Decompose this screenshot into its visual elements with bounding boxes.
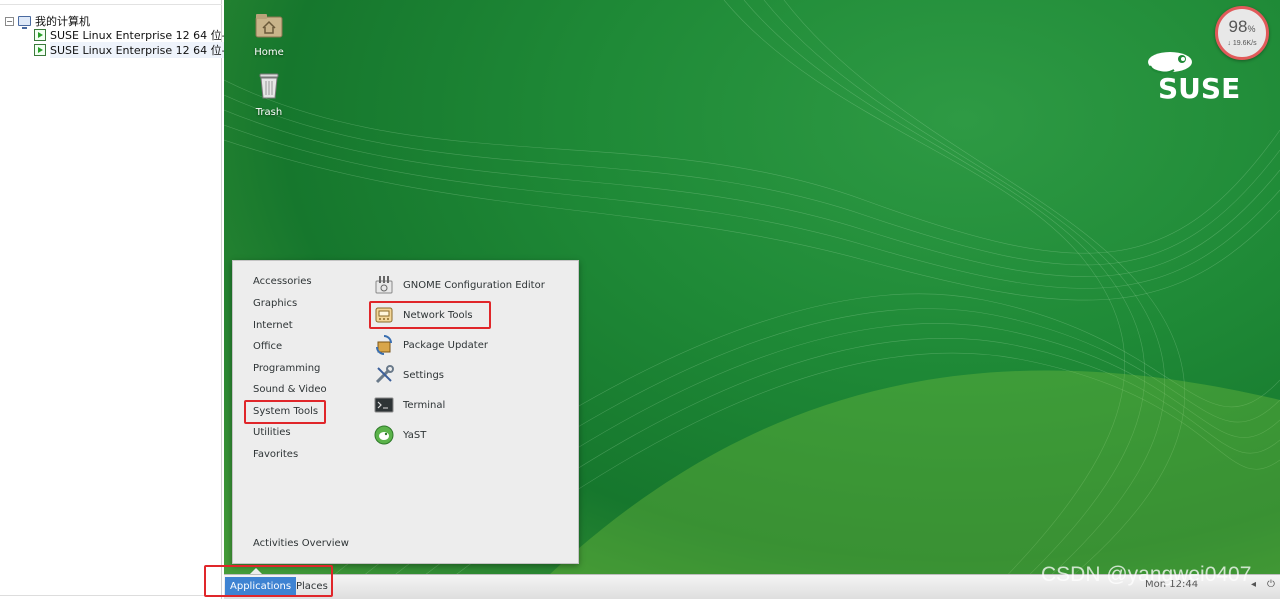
computer-icon	[18, 16, 31, 29]
app-label: Package Updater	[403, 339, 488, 351]
applications-menu-button[interactable]: Applications	[225, 577, 297, 596]
speed-percent-unit: %	[1247, 24, 1256, 34]
desktop-icon-trash[interactable]: Trash	[239, 70, 299, 118]
collapse-icon[interactable]: −	[5, 16, 14, 26]
toolbar-strip: —	[0, 0, 222, 5]
svg-text:SUSE: SUSE	[1158, 72, 1240, 100]
yast-icon	[373, 424, 395, 446]
status-strip	[0, 595, 222, 599]
app-label: Settings	[403, 369, 445, 381]
app-label: GNOME Configuration Editor	[403, 279, 545, 291]
vm-label: SUSE Linux Enterprise 12 64 位-2	[50, 42, 233, 58]
places-menu-button[interactable]: Places	[291, 577, 333, 596]
menu-category-graphics[interactable]: Graphics	[253, 297, 297, 311]
terminal-icon	[373, 394, 395, 416]
home-folder-icon	[255, 14, 283, 38]
app-network-tools[interactable]: Network Tools	[373, 303, 473, 327]
app-label: Terminal	[403, 399, 446, 411]
watermark: CSDN @yangwei0407	[1041, 563, 1252, 586]
speed-rate: 19.6K/s	[1232, 40, 1257, 47]
gconf-editor-icon	[373, 274, 395, 296]
vm-icon	[34, 29, 46, 41]
desktop-icon-label: Home	[254, 47, 284, 58]
trash-icon	[259, 73, 279, 99]
menu-category-utilities[interactable]: Utilities	[253, 426, 291, 440]
vm-library-pane: — − 我的计算机 SUSE Linux Enterprise 12 64 位-…	[0, 0, 233, 599]
settings-tools-icon	[373, 364, 395, 386]
download-arrow-icon: ↓	[1227, 40, 1231, 47]
menu-category-internet[interactable]: Internet	[253, 319, 293, 333]
vm-icon	[34, 44, 46, 56]
menu-category-office[interactable]: Office	[253, 340, 282, 354]
network-tools-icon	[373, 304, 395, 326]
app-yast[interactable]: YaST	[373, 423, 426, 447]
tree-item-vm-2[interactable]: SUSE Linux Enterprise 12 64 位-2	[34, 42, 233, 58]
package-updater-icon	[373, 334, 395, 356]
menu-category-programming[interactable]: Programming	[253, 362, 320, 376]
app-label: YaST	[403, 429, 427, 441]
menu-category-system-tools[interactable]: System Tools	[253, 405, 318, 419]
app-gnome-configuration-editor[interactable]: GNOME Configuration Editor	[373, 273, 545, 297]
menu-category-sound-video[interactable]: Sound & Video	[253, 383, 327, 397]
applications-menu: Accessories Graphics Internet Office Pro…	[232, 260, 579, 564]
volume-icon[interactable]: ◂	[1251, 579, 1256, 590]
app-label: Network Tools	[403, 309, 473, 321]
speed-percent: 98	[1228, 17, 1248, 36]
app-package-updater[interactable]: Package Updater	[373, 333, 488, 357]
app-terminal[interactable]: Terminal	[373, 393, 445, 417]
vm-label: SUSE Linux Enterprise 12 64 位-1	[50, 29, 233, 42]
tree-item-vm-1[interactable]: SUSE Linux Enterprise 12 64 位-1	[34, 27, 233, 43]
suse-logo: SUSE	[1148, 52, 1240, 100]
app-settings[interactable]: Settings	[373, 363, 444, 387]
desktop-icon-home[interactable]: Home	[239, 10, 299, 58]
desktop-icon-label: Trash	[255, 107, 283, 118]
menu-category-favorites[interactable]: Favorites	[253, 448, 298, 462]
power-icon[interactable]: ⏻	[1267, 579, 1275, 590]
activities-overview[interactable]: Activities Overview	[253, 537, 349, 551]
menu-category-accessories[interactable]: Accessories	[253, 275, 312, 289]
